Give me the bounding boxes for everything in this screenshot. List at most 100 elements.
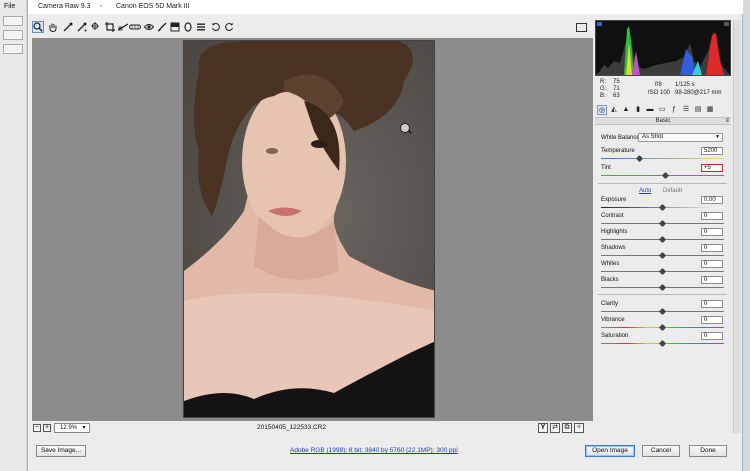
tint-value[interactable]: +5 [701,164,723,172]
zoom-dropdown-icon[interactable]: ▾ [80,424,88,432]
host-menu-file[interactable]: File [4,3,15,10]
red-eye-tool-icon[interactable] [143,21,155,33]
host-button[interactable] [3,30,23,40]
highlights-value[interactable]: 0 [701,228,723,236]
rotate-ccw-icon[interactable] [210,21,222,33]
toggle-fullscreen-icon[interactable] [576,23,587,32]
contrast-slider-thumb[interactable] [658,219,667,228]
shadows-value[interactable]: 0 [701,244,723,252]
adjustment-brush-icon[interactable] [156,21,168,33]
host-app-strip: File [0,0,27,471]
crop-tool-icon[interactable] [104,21,116,33]
saturation-value[interactable]: 0 [701,332,723,340]
save-image-button[interactable]: Save Image... [36,445,86,457]
workflow-options-link[interactable]: Adobe RGB (1998); 8 bit; 3840 by 5760 (2… [290,447,458,454]
tab-tone-curve-icon[interactable]: ◭ [609,105,619,115]
whites-value[interactable]: 0 [701,260,723,268]
preview-image[interactable] [183,40,435,418]
white-balance-select[interactable]: As Shot ▼ [638,133,723,142]
basic-section-header: Basic ≡ [595,117,731,125]
vibrance-value[interactable]: 0 [701,316,723,324]
host-app-right-strip [743,0,750,471]
toggle-settings-icon[interactable]: ✧ [574,423,584,433]
straighten-tool-icon[interactable] [117,21,129,33]
canvas-status-bar: − + 12.9% ▾ 20150405_122533.CR2 Y ⇄ ⧉ ✧ [32,423,593,434]
exposure-label: Exposure [601,197,627,203]
spot-removal-tool-icon[interactable] [129,21,141,33]
shadows-label: Shadows [601,245,626,251]
temperature-slider-track[interactable] [601,158,724,159]
tab-effects-icon[interactable]: ƒ [669,105,679,115]
default-link[interactable]: Default [663,188,682,194]
host-button[interactable] [3,44,23,54]
zoom-tool-icon[interactable] [32,21,44,33]
tab-hsl-icon[interactable]: ▮ [633,105,643,115]
tint-slider-thumb[interactable] [661,171,670,180]
temperature-value[interactable]: 5200 [701,147,723,155]
highlight-clipping-icon [724,22,729,26]
tab-detail-icon[interactable]: ▲ [621,105,631,115]
file-name: 20150405_122533.CR2 [257,424,327,431]
g-label: G: [600,86,607,92]
swap-settings-icon[interactable]: ⇄ [550,423,560,433]
open-image-button[interactable]: Open Image [585,445,635,457]
saturation-slider-thumb[interactable] [658,339,667,348]
blacks-value[interactable]: 0 [701,276,723,284]
blacks-slider-thumb[interactable] [658,283,667,292]
color-sampler-tool-icon[interactable] [76,21,88,33]
tab-snapshots-icon[interactable]: ▦ [705,105,715,115]
iso: ISO 100 [648,90,671,96]
r-value: 75 [613,79,620,85]
clarity-slider-thumb[interactable] [658,307,667,316]
lens: 98-280@217 mm [675,90,722,96]
copy-settings-icon[interactable]: ⧉ [562,423,572,433]
pixel-readout: R: 75 G: 71 B: 63 f/8 1/125 s ISO 100 98… [595,78,731,100]
hand-tool-icon[interactable] [47,21,59,33]
clarity-value[interactable]: 0 [701,300,723,308]
white-balance-value: As Shot [642,134,664,140]
vibrance-label: Vibrance [601,317,625,323]
host-button[interactable] [3,16,23,26]
divider [598,183,727,184]
panel-menu-icon[interactable]: ≡ [725,118,729,125]
b-value: 63 [613,93,620,99]
highlights-slider-thumb[interactable] [658,235,667,244]
divider [598,294,727,295]
zoom-out-button[interactable]: − [33,424,41,432]
whites-label: Whites [601,261,620,267]
temperature-slider-thumb[interactable] [635,154,644,163]
done-button[interactable]: Done [689,445,727,457]
panel-scrollbar[interactable] [733,20,741,433]
panel-tabs: ◎ ◭ ▲ ▮ ▬ ▭ ƒ ☰ ▤ ▦ [595,104,731,116]
auto-link[interactable]: Auto [639,188,651,194]
rotate-cw-icon[interactable] [223,21,235,33]
graduated-filter-icon[interactable] [169,21,181,33]
shadows-slider-thumb[interactable] [658,251,667,260]
tab-basic-icon[interactable]: ◎ [597,105,607,115]
exposure-slider-thumb[interactable] [658,203,667,212]
zoom-in-button[interactable]: + [43,424,51,432]
radial-filter-icon[interactable] [182,21,194,33]
before-after-y-button[interactable]: Y [538,423,548,433]
vibrance-slider-thumb[interactable] [658,323,667,332]
preview-canvas[interactable] [32,38,593,421]
preferences-icon[interactable] [195,21,207,33]
tab-lens-icon[interactable]: ▭ [657,105,667,115]
shadow-clipping-icon [597,22,602,26]
zoom-cursor-icon [400,123,410,133]
chevron-down-icon: ▼ [715,134,720,140]
tab-camera-calibration-icon[interactable]: ☰ [681,105,691,115]
tab-split-toning-icon[interactable]: ▬ [645,105,655,115]
zoom-level-value: 12.9% [60,425,78,431]
temperature-label: Temperature [601,148,635,154]
exposure-value[interactable]: 0.00 [701,196,723,204]
white-balance-label: White Balance: [601,135,642,141]
cancel-button[interactable]: Cancel [642,445,680,457]
r-label: R: [600,79,606,85]
clarity-label: Clarity [601,301,619,307]
whites-slider-thumb[interactable] [658,267,667,276]
tab-presets-icon[interactable]: ▤ [693,105,703,115]
targeted-adjustment-tool-icon[interactable] [90,21,102,33]
contrast-value[interactable]: 0 [701,212,723,220]
white-balance-tool-icon[interactable] [62,21,74,33]
